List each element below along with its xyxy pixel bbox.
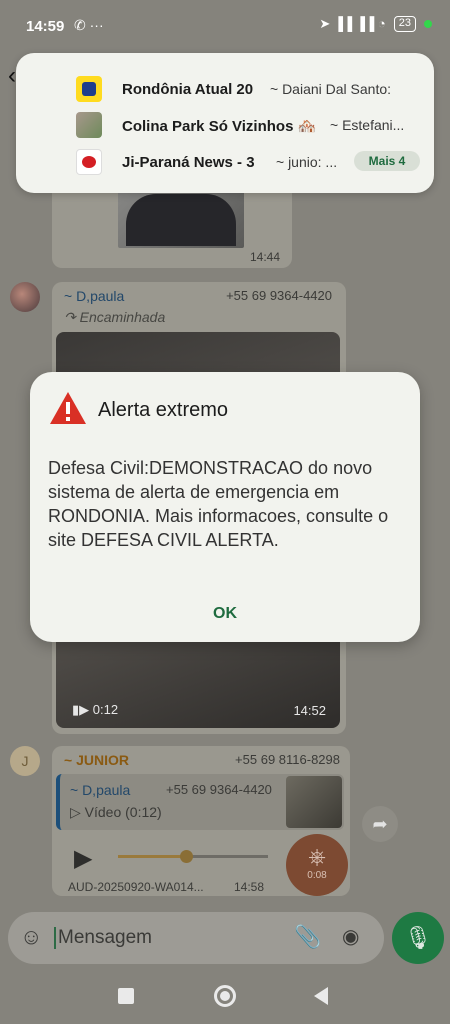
- notification-snippet: ~ Estefani...: [330, 117, 405, 133]
- notification-title: Ji-Paraná News - 3: [122, 154, 255, 171]
- back-icon[interactable]: [314, 987, 328, 1005]
- message-input-bar[interactable]: ☺ Mensagem 📎 ◉: [8, 912, 384, 964]
- quote-video-label: ▷ Vídeo (0:12): [70, 804, 162, 820]
- recents-icon[interactable]: [118, 988, 134, 1004]
- alert-title: Alerta extremo: [98, 399, 229, 421]
- message-time: 14:44: [249, 250, 280, 264]
- sender-phone: +55 69 8116-8298: [235, 752, 340, 767]
- notification-title: Colina Park Só Vizinhos 🏘️: [122, 118, 317, 135]
- group-avatar-icon: [76, 149, 102, 175]
- home-icon[interactable]: [214, 985, 236, 1007]
- signal-icons: ➤ ▐▐ ▐▐ ◔: [319, 16, 386, 31]
- alert-body: Defesa Civil:DEMONSTRACAO do novo sistem…: [48, 458, 389, 550]
- photo-person: [126, 194, 236, 246]
- message-input[interactable]: Mensagem: [54, 927, 152, 949]
- camera-icon[interactable]: ◉: [342, 924, 359, 949]
- more-notifications-badge[interactable]: Mais 4: [354, 151, 420, 171]
- status-time: 14:59: [26, 18, 65, 35]
- battery-icon: 23: [393, 16, 416, 32]
- notification-item[interactable]: Colina Park Só Vizinhos 🏘️ ~ Estefani...: [16, 107, 434, 143]
- audio-speed-button[interactable]: ⎈ 0:08: [286, 834, 348, 896]
- group-avatar-icon: [76, 76, 102, 102]
- message-time: 14:52: [293, 703, 326, 718]
- forwarded-label: ↷ Encaminhada: [64, 309, 166, 325]
- sender-phone: +55 69 9364-4420: [226, 288, 332, 303]
- audio-seek-handle[interactable]: [179, 850, 193, 863]
- audio-progress: [118, 855, 186, 858]
- sticker-icon[interactable]: ☺: [20, 924, 42, 950]
- status-bar: 14:59 ✆ ··· ➤ ▐▐ ▐▐ ◔ 23: [0, 0, 450, 52]
- avatar[interactable]: [10, 282, 40, 312]
- attach-icon[interactable]: 📎: [294, 924, 321, 950]
- warning-icon: [50, 392, 86, 424]
- notification-item[interactable]: Rondônia Atual 20 ~ Daiani Dal Santo:: [16, 71, 434, 107]
- video-duration: ▮▶ 0:12: [72, 702, 119, 717]
- notification-title: Rondônia Atual 20: [122, 81, 254, 98]
- whatsapp-status-icon: ✆ ···: [74, 17, 104, 33]
- quote-thumbnail: [286, 776, 342, 828]
- ok-button[interactable]: OK: [213, 605, 237, 623]
- back-arrow-icon[interactable]: ‹: [8, 62, 16, 90]
- notification-snippet: ~ Daiani Dal Santo:: [270, 81, 392, 97]
- message-time: 14:58: [234, 880, 265, 894]
- avatar[interactable]: J: [10, 746, 40, 776]
- audio-filename: AUD-20250920-WA014...: [68, 880, 204, 894]
- privacy-dot-icon: [424, 20, 432, 28]
- sender-name[interactable]: ~ D,paula: [64, 288, 124, 304]
- mic-button[interactable]: 🎙: [392, 912, 444, 964]
- quoted-message[interactable]: ~ D,paula +55 69 9364-4420 ▷ Vídeo (0:12…: [56, 774, 344, 830]
- sender-name[interactable]: ~ JUNIOR: [64, 752, 129, 768]
- forward-icon[interactable]: ➦: [362, 806, 398, 842]
- play-icon[interactable]: ▶: [74, 844, 92, 873]
- audio-duration: 0:08: [307, 870, 327, 881]
- group-avatar-icon: [76, 112, 102, 138]
- emergency-alert-dialog: Alerta extremo Defesa Civil:DEMONSTRACAO…: [30, 372, 420, 642]
- quote-phone: +55 69 9364-4420: [166, 782, 272, 797]
- navigation-bar: [0, 972, 450, 1024]
- headphones-icon: ⎈: [308, 844, 326, 869]
- notification-snippet: ~ junio: ...: [276, 154, 338, 170]
- quote-sender: ~ D,paula: [70, 782, 131, 798]
- notification-panel[interactable]: Rondônia Atual 20 ~ Daiani Dal Santo: Co…: [16, 53, 434, 193]
